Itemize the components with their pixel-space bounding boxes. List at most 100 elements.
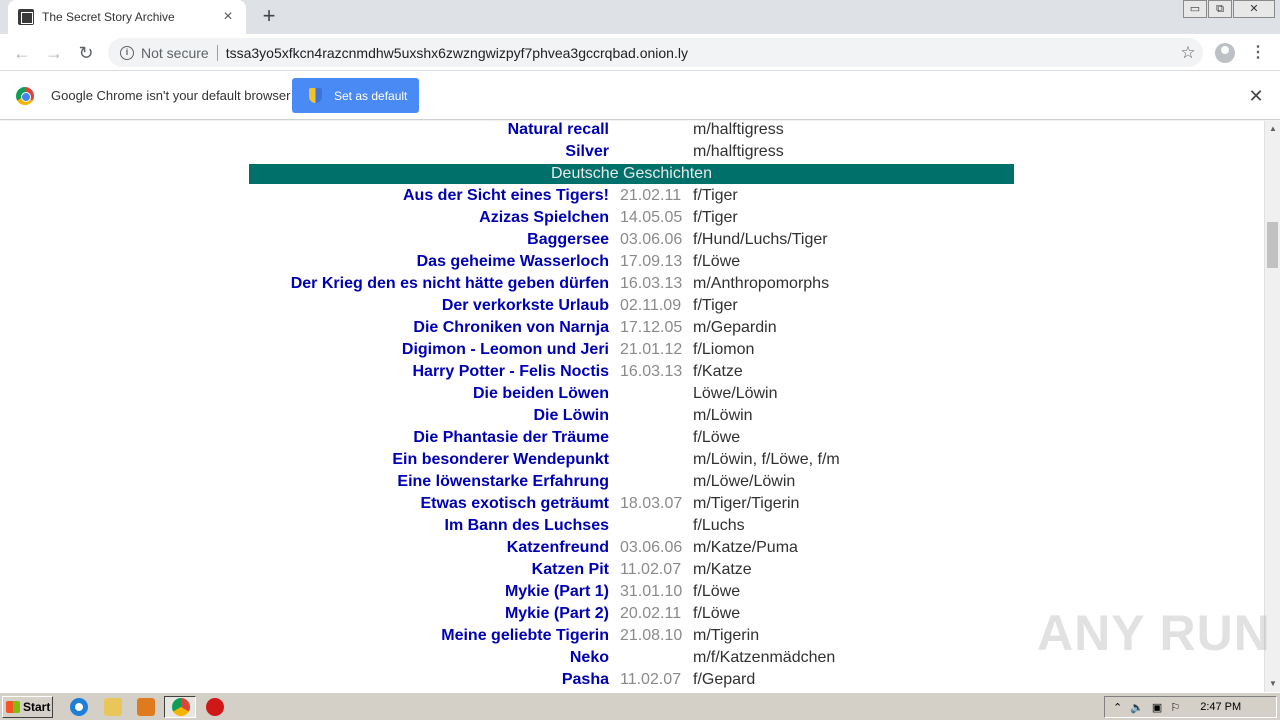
maximize-button[interactable]: ⧉ [1208,0,1232,18]
story-date: 03.06.06 [620,231,683,248]
story-title-link[interactable]: Silver [249,143,609,161]
story-row: Die Löwin m/Löwin [249,405,1014,427]
default-browser-infobar: Google Chrome isn't your default browser [0,72,1280,120]
story-category: f/Löwe [693,253,741,270]
story-date: 16.03.13 [620,275,683,292]
scroll-up-arrow-icon[interactable]: ▲ [1265,121,1280,137]
story-title-link[interactable]: Mykie (Part 1) [249,583,609,601]
story-row: Neko m/f/Katzenmädchen [249,647,1014,669]
story-category: m/Katze/Puma [693,539,798,556]
story-title-link[interactable]: Baggersee [249,231,609,249]
profile-avatar-icon[interactable] [1215,43,1235,63]
story-date: 20.02.11 [620,605,682,622]
tab-close-icon[interactable]: × [220,9,236,25]
story-category: m/f/Katzenmädchen [693,649,836,666]
story-category: m/halftigress [693,143,784,160]
media-player-icon[interactable] [137,698,155,716]
story-row: Azizas Spielchen 14.05.05 f/Tiger [249,207,1014,229]
story-category: f/Löwe [693,605,741,622]
file-explorer-icon[interactable] [104,698,122,716]
address-bar[interactable]: i Not secure tssa3yo5xfkcn4razcnmdhw5uxs… [108,38,1203,67]
story-title-link[interactable]: Azizas Spielchen [249,209,609,227]
story-title-link[interactable]: Das geheime Wasserloch [249,253,609,271]
story-title-link[interactable]: Ein besonderer Wendepunkt [249,451,609,469]
tab-secret-story-archive[interactable]: The Secret Story Archive × [8,0,246,34]
story-list: Natural recall m/halftigress Silver m/ha… [249,121,1014,691]
story-date: 18.03.07 [620,495,683,512]
story-row: Die Chroniken von Narnja 17.12.05 m/Gepard… [249,317,1014,339]
set-as-default-button[interactable]: Set as default [292,78,419,113]
scroll-thumb[interactable] [1267,222,1278,268]
story-title-link[interactable]: Der Krieg den es nicht hätte geben dürfe… [249,275,609,293]
minimize-button[interactable]: ▭ [1183,0,1207,18]
chrome-menu-icon[interactable]: ⋮ [1250,42,1266,64]
story-title-link[interactable]: Etwas exotisch geträumt [249,495,610,513]
url-text[interactable]: tssa3yo5xfkcn4razcnmdhw5uxshx6zwzngwizpy… [226,45,1173,61]
omnibox-divider [216,44,218,61]
windows-logo-icon [6,701,20,713]
story-row: Aus der Sicht eines Tigers! 21.02.11 f/Tig… [249,185,1014,207]
tray-expand-icon[interactable]: ⌃ [1113,701,1122,714]
story-date: 11.02.07 [620,671,682,688]
story-title-link[interactable]: Die Löwin [249,407,609,425]
story-row: Katzen Pit 11.02.07 m/Katze [249,559,1014,581]
story-title-link[interactable]: Neko [249,649,609,667]
story-title-link[interactable]: Die Phantasie der Träume [249,429,609,447]
stop-icon[interactable] [206,698,224,716]
story-title-link[interactable]: Aus der Sicht eines Tigers! [249,187,609,205]
infobar-close-icon[interactable]: ✕ [1247,87,1265,105]
story-title-link[interactable]: Im Bann des Luchses [249,517,610,535]
story-date: 21.02.11 [620,187,682,204]
story-date: 17.09.13 [620,253,683,270]
story-title-link[interactable]: Katzen Pit [249,561,609,579]
story-title-link[interactable]: Harry Potter - Felis Noctis [249,363,610,381]
story-title-link[interactable]: Natural recall [249,121,609,139]
chrome-taskbar-icon[interactable] [172,698,190,716]
tab-strip: The Secret Story Archive × + ▭ ⧉ ✕ [0,0,1280,34]
story-category: m/Löwe/Löwin [693,473,796,490]
reload-button[interactable]: ↻ [75,42,97,64]
internet-explorer-icon[interactable] [70,698,88,716]
story-date: 21.01.12 [620,341,683,358]
story-row: Der Krieg den es nicht hätte geben dürfe… [249,273,1014,295]
story-category: f/Liomon [693,341,755,358]
security-status[interactable]: Not secure [141,45,209,61]
site-favicon-icon [18,9,34,25]
story-date: 17.12.05 [620,319,683,336]
back-button[interactable]: ← [11,42,33,64]
story-category: f/Tiger [693,297,738,314]
start-label: Start [23,700,51,714]
story-row: Eine löwenstarke Erfahrung m/Löwe/Löwin [249,471,1014,493]
windows-taskbar: Start ⌃ 🔈 ▣ ⚐ 2:47 PM [0,692,1280,720]
story-title-link[interactable]: Die Chroniken von Narnja [249,319,609,337]
network-icon[interactable]: ▣ [1152,701,1162,714]
volume-icon[interactable]: 🔈 [1130,701,1144,714]
browser-toolbar: ← → ↻ i Not secure tssa3yo5xfkcn4razcnmd… [0,34,1280,71]
scroll-down-arrow-icon[interactable]: ▼ [1265,676,1280,692]
story-category: f/Tiger [693,187,738,204]
tab-title: The Secret Story Archive [42,10,175,24]
story-row: Natural recall m/halftigress [249,121,1014,141]
clock[interactable]: 2:47 PM [1200,701,1241,713]
window-close-button[interactable]: ✕ [1233,0,1275,18]
info-icon[interactable]: i [120,45,134,60]
story-category: f/Katze [693,363,743,380]
story-title-link[interactable]: Meine geliebte Tigerin [249,627,609,645]
story-title-link[interactable]: Mykie (Part 2) [249,605,609,623]
start-button[interactable]: Start [2,696,53,718]
action-center-flag-icon[interactable]: ⚐ [1170,701,1180,714]
story-row: Mykie (Part 1) 31.01.10 f/Löwe [249,581,1014,603]
story-title-link[interactable]: Die beiden Löwen [249,385,609,403]
bookmark-star-icon[interactable]: ☆ [1173,43,1203,63]
story-title-link[interactable]: Eine löwenstarke Erfahrung [249,473,609,491]
story-title-link[interactable]: Der verkorkste Urlaub [249,297,609,315]
story-row: Ein besonderer Wendepunkt m/Löwin, f/Löwe… [249,449,1014,471]
story-row: Harry Potter - Felis Noctis 16.03.13 f/Kat… [249,361,1014,383]
story-category: m/Löwin, f/Löwe, f/m [693,451,840,468]
forward-button[interactable]: → [43,42,65,64]
story-title-link[interactable]: Pasha [249,671,609,689]
story-title-link[interactable]: Digimon - Leomon und Jeri [249,341,609,359]
story-title-link[interactable]: Katzenfreund [249,539,609,557]
new-tab-button[interactable]: + [258,5,280,28]
story-category: f/Luchs [693,517,745,534]
